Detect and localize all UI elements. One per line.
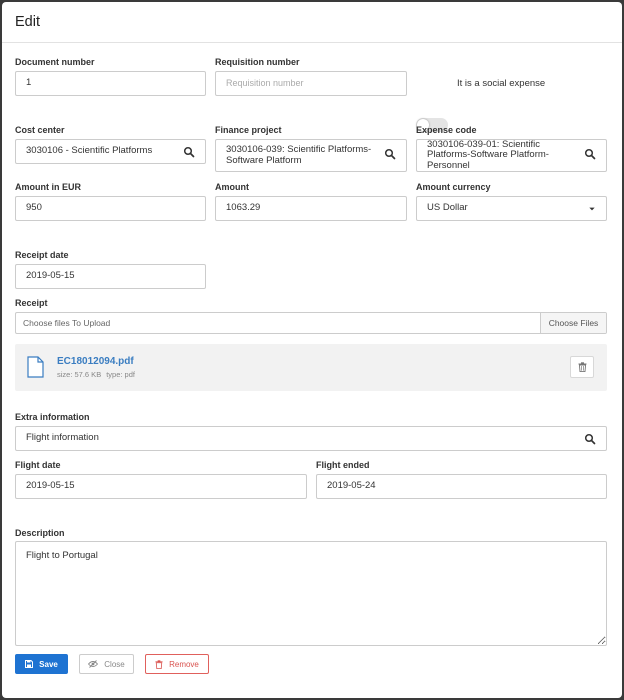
document-number-label: Document number [15, 57, 95, 67]
receipt-upload[interactable]: Choose files To Upload Choose Files [15, 312, 607, 334]
file-size: size: 57.6 KB [57, 370, 102, 379]
description-label: Description [15, 528, 65, 538]
upload-placeholder: Choose files To Upload [23, 318, 111, 328]
search-icon[interactable] [183, 146, 195, 158]
file-icon [27, 356, 44, 378]
eye-slash-icon [88, 660, 99, 668]
amount-label: Amount [215, 182, 249, 192]
choose-files-button[interactable]: Choose Files [540, 313, 606, 333]
close-button[interactable]: Close [79, 654, 134, 674]
expense-code-label: Expense code [416, 125, 477, 135]
extra-information-label: Extra information [15, 412, 90, 422]
delete-file-button[interactable] [570, 356, 594, 378]
requisition-number-label: Requisition number [215, 57, 300, 67]
search-icon[interactable] [584, 148, 596, 160]
file-meta: size: 57.6 KB type: pdf [57, 370, 140, 379]
remove-button-label: Remove [169, 659, 199, 669]
document-number-input[interactable]: 1 [15, 71, 206, 96]
trash-icon [578, 362, 586, 372]
receipt-date-input[interactable]: 2019-05-15 [15, 264, 206, 289]
receipt-label: Receipt [15, 298, 48, 308]
flight-date-input[interactable]: 2019-05-15 [15, 474, 307, 499]
cost-center-label: Cost center [15, 125, 65, 135]
save-button-label: Save [39, 659, 58, 669]
flight-ended-input[interactable]: 2019-05-24 [316, 474, 607, 499]
finance-project-input[interactable]: 3030106-039: Scientific Platforms-Softwa… [215, 139, 407, 172]
trash-icon [155, 659, 163, 669]
requisition-number-input[interactable]: Requisition number [215, 71, 407, 96]
edit-modal: Edit Document number 1 Requisition numbe… [2, 2, 622, 698]
remove-button[interactable]: Remove [145, 654, 209, 674]
save-button[interactable]: Save [15, 654, 68, 674]
amount-eur-input[interactable]: 950 [15, 196, 206, 221]
flight-ended-label: Flight ended [316, 460, 370, 470]
amount-input[interactable]: 1063.29 [215, 196, 407, 221]
description-textarea[interactable]: Flight to Portugal [15, 541, 607, 646]
extra-information-input[interactable]: Flight information [15, 426, 607, 451]
uploaded-file-item: EC18012094.pdf size: 57.6 KB type: pdf [15, 344, 607, 391]
caret-down-icon [589, 207, 595, 210]
amount-currency-label: Amount currency [416, 182, 491, 192]
modal-title: Edit [15, 14, 40, 30]
file-name-link[interactable]: EC18012094.pdf [57, 356, 134, 367]
search-icon[interactable] [584, 433, 596, 445]
finance-project-label: Finance project [215, 125, 282, 135]
floppy-disk-icon [25, 660, 34, 668]
modal-header: Edit [2, 2, 622, 43]
search-icon[interactable] [384, 148, 396, 160]
amount-eur-label: Amount in EUR [15, 182, 81, 192]
receipt-date-label: Receipt date [15, 250, 69, 260]
flight-date-label: Flight date [15, 460, 61, 470]
expense-code-input[interactable]: 3030106-039-01: Scientific Platforms-Sof… [416, 139, 607, 172]
close-button-label: Close [104, 659, 125, 669]
amount-currency-select[interactable]: US Dollar [416, 196, 607, 221]
social-expense-label: It is a social expense [457, 78, 546, 89]
cost-center-input[interactable]: 3030106 - Scientific Platforms [15, 139, 206, 164]
file-type: type: pdf [106, 370, 135, 379]
